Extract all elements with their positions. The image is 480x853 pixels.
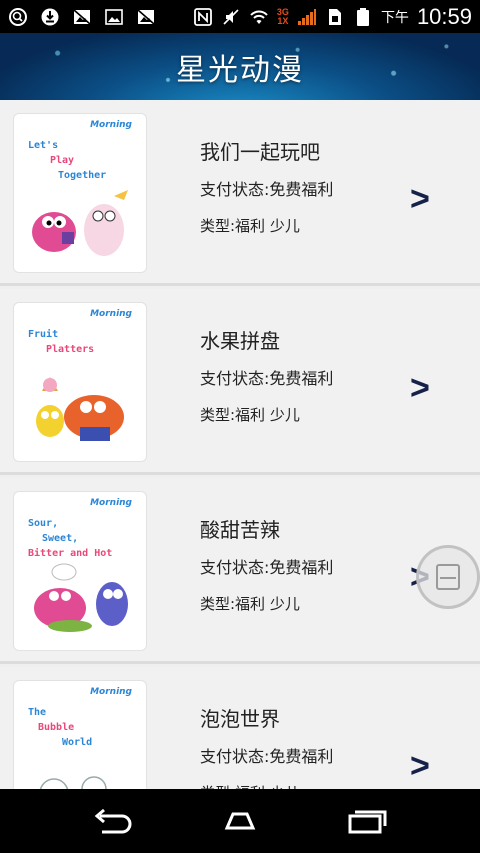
cover-illustration	[36, 377, 124, 441]
chevron-right-icon[interactable]: >	[410, 369, 430, 408]
list-item[interactable]: Morning Fruit Platters 水果拼盘 支付状态:免费福利 类型…	[0, 289, 480, 475]
cover-brand-logo: Morning	[90, 309, 132, 319]
no-image-icon	[72, 7, 92, 27]
book-cover: Morning Sour, Sweet, Bitter and Hot	[13, 491, 147, 651]
home-icon	[224, 812, 256, 830]
clock-ampm: 下午	[380, 8, 409, 25]
clock-time: 10:59	[416, 3, 472, 29]
list-item[interactable]: Morning The Bubble World 泡泡世界 支付状态:免费福利 …	[0, 667, 480, 789]
item-payment-status: 支付状态:免费福利	[200, 369, 334, 388]
download-icon	[40, 7, 60, 27]
item-payment-status: 支付状态:免费福利	[200, 180, 334, 199]
home-button[interactable]	[210, 801, 270, 841]
image-icon	[104, 7, 124, 27]
search-icon	[8, 7, 28, 27]
item-payment-status: 支付状态:免费福利	[200, 558, 334, 577]
back-button[interactable]	[83, 801, 143, 841]
no-image-icon-2	[136, 7, 156, 27]
comic-list[interactable]: Morning Let's Play Together 我们一起玩吧 支付状态:…	[0, 100, 480, 789]
cover-title-line: Platters	[46, 344, 95, 355]
cover-illustration	[34, 563, 128, 632]
cover-title-line: Bubble	[38, 722, 75, 733]
recents-icon	[348, 810, 387, 834]
back-icon	[95, 808, 132, 834]
cover-title-line: Fruit	[28, 329, 59, 340]
book-cover: Morning The Bubble World	[13, 680, 147, 789]
cover-title-line: Sour,	[28, 518, 59, 529]
cover-title-line: World	[62, 737, 93, 748]
item-type: 类型:福利 少儿	[200, 782, 300, 789]
chevron-right-icon[interactable]: >	[410, 180, 430, 219]
cover-title-line: Bitter and Hot	[28, 548, 113, 559]
page-title: 星光动漫	[176, 52, 304, 88]
cover-title-line: The	[28, 707, 47, 718]
wifi-icon	[249, 7, 269, 27]
nfc-icon	[193, 7, 213, 27]
cover-title: Sour, Sweet, Bitter and Hot	[28, 516, 136, 561]
item-type: 类型:福利 少儿	[200, 595, 300, 613]
navigation-bar	[0, 789, 480, 853]
item-title: 我们一起玩吧	[200, 140, 320, 164]
cover-title: Let's Play Together	[28, 138, 136, 183]
system-icons: 3G 1X 下午 10:59	[193, 4, 472, 30]
list-item[interactable]: Morning Let's Play Together 我们一起玩吧 支付状态:…	[0, 100, 480, 286]
app-header: 星光动漫	[0, 33, 480, 100]
chevron-right-icon[interactable]: >	[410, 747, 430, 786]
book-cover: Morning Let's Play Together	[13, 113, 147, 273]
window-icon	[436, 564, 460, 590]
item-title: 酸甜苦辣	[200, 518, 280, 542]
cover-brand-logo: Morning	[90, 498, 132, 508]
cover-title: Fruit Platters	[28, 327, 136, 357]
network-sub-label: 1X	[277, 15, 289, 26]
item-type: 类型:福利 少儿	[200, 217, 300, 235]
item-title: 泡泡世界	[200, 707, 280, 731]
item-payment-status: 支付状态:免费福利	[200, 747, 334, 766]
floating-assistant-button[interactable]	[416, 545, 480, 609]
cover-title-line: Play	[50, 155, 75, 166]
battery-icon	[353, 7, 373, 27]
cover-title-line: Let's	[28, 140, 59, 151]
notification-icons	[8, 7, 156, 27]
cover-brand-logo: Morning	[90, 687, 132, 697]
book-cover: Morning Fruit Platters	[13, 302, 147, 462]
cover-brand-logo: Morning	[90, 120, 132, 130]
cover-title: The Bubble World	[28, 705, 136, 750]
recents-button[interactable]	[337, 801, 397, 841]
cover-illustration	[39, 776, 107, 789]
signal-icon	[297, 7, 317, 27]
item-type: 类型:福利 少儿	[200, 406, 300, 424]
network-type: 3G 1X	[277, 7, 289, 26]
status-bar: 3G 1X 下午 10:59	[0, 0, 480, 33]
cover-illustration	[32, 190, 128, 256]
cover-title-line: Together	[58, 170, 107, 181]
cover-title-line: Sweet,	[42, 533, 79, 544]
sim-icon	[325, 7, 345, 27]
mute-icon	[221, 7, 241, 27]
list-item[interactable]: Morning Sour, Sweet, Bitter and Hot 酸甜苦辣…	[0, 478, 480, 664]
item-title: 水果拼盘	[200, 329, 280, 353]
